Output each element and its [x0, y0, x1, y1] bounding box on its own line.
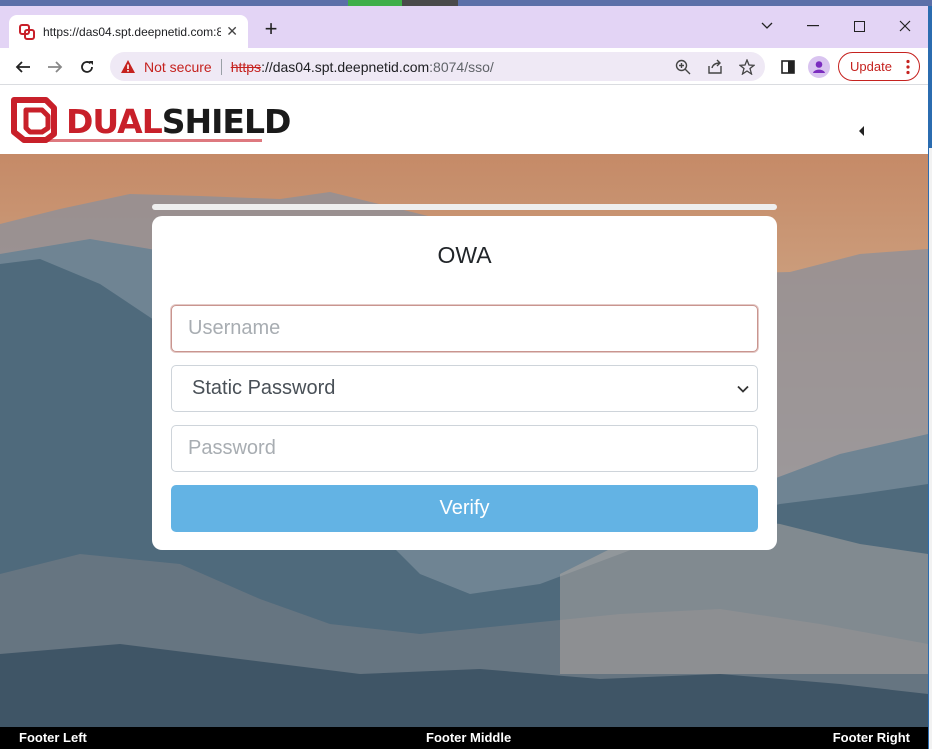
- password-input[interactable]: Password: [171, 425, 758, 472]
- browser-window: https://das04.spt.deepnetid.com:8074/sso…: [0, 6, 928, 749]
- verify-label: Verify: [439, 497, 490, 519]
- tab-title: https://das04.spt.deepnetid.com:8074/sso…: [43, 24, 221, 39]
- url-scheme: https: [230, 58, 262, 75]
- chevron-down-icon: [737, 385, 749, 393]
- auth-method-value: Static Password: [192, 377, 336, 399]
- verify-button[interactable]: Verify: [171, 485, 758, 532]
- forward-arrow-icon[interactable]: [42, 54, 68, 80]
- tab-bar: https://das04.spt.deepnetid.com:8074/sso…: [0, 6, 928, 48]
- footer-left: Footer Left: [19, 730, 87, 745]
- tab-close-icon[interactable]: ✕: [226, 23, 238, 40]
- menu-dots-icon: [906, 59, 910, 75]
- new-tab-button[interactable]: +: [259, 18, 283, 42]
- dualshield-logo: DUALSHIELD: [10, 94, 291, 144]
- logo-text-shield: SHIELD: [161, 102, 292, 141]
- auth-method-select[interactable]: Static Password: [171, 365, 758, 412]
- logo-text: DUALSHIELD: [66, 102, 292, 141]
- maximize-button[interactable]: [836, 12, 882, 40]
- address-separator: [220, 58, 222, 75]
- address-bar[interactable]: Not secure https://das04.spt.deepnetid.c…: [110, 52, 765, 81]
- caret-left-icon[interactable]: [856, 125, 868, 137]
- dualshield-mark-icon: [11, 97, 57, 143]
- page-header: DUALSHIELD: [0, 85, 928, 154]
- bookmark-star-icon[interactable]: [737, 57, 757, 77]
- page-footer: Footer Left Footer Middle Footer Right: [0, 727, 928, 749]
- browser-toolbar: Not secure https://das04.spt.deepnetid.c…: [0, 48, 928, 85]
- reload-icon[interactable]: [74, 54, 100, 80]
- footer-middle: Footer Middle: [426, 730, 512, 745]
- tab-search-icon[interactable]: [744, 12, 790, 40]
- back-arrow-icon[interactable]: [10, 54, 36, 80]
- url-path: :8074/sso/: [429, 58, 494, 75]
- username-placeholder: Username: [188, 317, 281, 339]
- share-icon[interactable]: [705, 57, 725, 77]
- close-window-button[interactable]: [882, 12, 928, 40]
- profile-avatar[interactable]: [806, 54, 832, 80]
- update-label: Update: [850, 59, 892, 74]
- url-text: https://das04.spt.deepnetid.com:8074/sso…: [231, 59, 494, 75]
- minimize-button[interactable]: [790, 12, 836, 40]
- dualshield-favicon-icon: [19, 23, 35, 40]
- update-button[interactable]: Update: [838, 52, 920, 81]
- side-panel-icon[interactable]: [775, 54, 801, 80]
- footer-right: Footer Right: [832, 730, 910, 745]
- browser-tab[interactable]: https://das04.spt.deepnetid.com:8074/sso…: [9, 15, 248, 48]
- warning-icon: [121, 59, 135, 73]
- logo-underline: [30, 139, 262, 142]
- logo-text-dual: DUAL: [66, 102, 163, 141]
- password-placeholder: Password: [188, 437, 276, 459]
- not-secure-label[interactable]: Not secure: [144, 59, 212, 75]
- zoom-icon[interactable]: [673, 57, 693, 77]
- login-title: OWA: [437, 242, 492, 268]
- url-host: ://das04.spt.deepnetid.com: [261, 58, 430, 75]
- login-card: OWA Username Static Password Password Ve…: [152, 216, 777, 550]
- username-input[interactable]: Username: [171, 305, 758, 352]
- card-top-bar: [152, 204, 777, 210]
